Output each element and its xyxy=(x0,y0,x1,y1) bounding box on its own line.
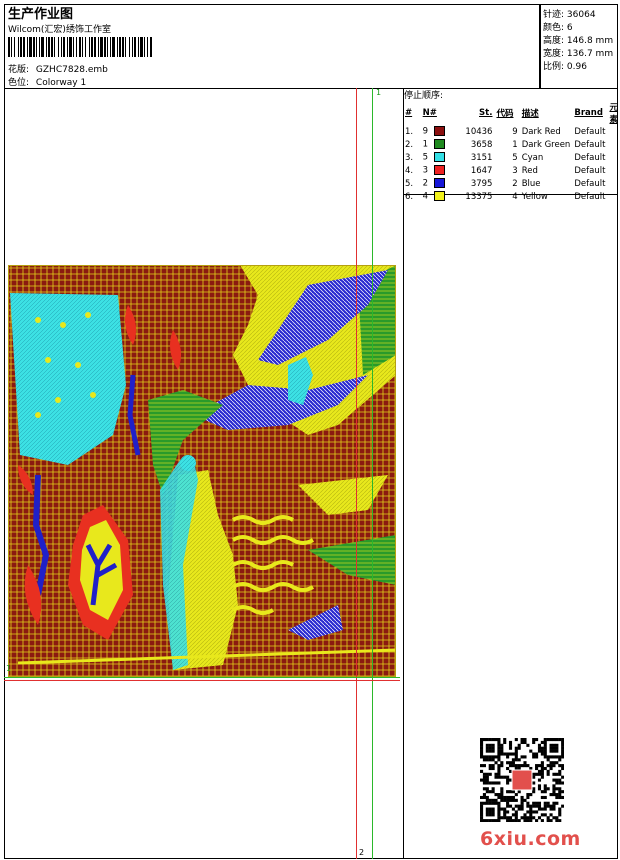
col-brand: Brand xyxy=(574,108,603,118)
row-stitches: 3658 xyxy=(470,139,493,150)
row-code: 9 xyxy=(512,126,518,137)
stop-row: 2. 1 3658 1 Dark Green Default xyxy=(403,138,620,151)
stat-scale: 比例: 0.96 xyxy=(543,62,587,72)
stop-table-header: # N# St. 代码 描述 Brand 元素 xyxy=(403,101,620,125)
row-index: 5. xyxy=(405,178,414,189)
row-code: 2 xyxy=(512,178,518,189)
row-code: 5 xyxy=(512,152,518,163)
row-code: 3 xyxy=(512,165,518,176)
row-needle: 1 xyxy=(421,138,464,151)
row-element xyxy=(607,138,620,151)
row-brand: Default xyxy=(574,178,606,189)
needle-number: 4 xyxy=(422,191,429,202)
row-stitches: 3151 xyxy=(470,152,493,163)
row-needle: 4 xyxy=(421,190,464,203)
colorway-label: 色位: xyxy=(8,78,30,88)
row-index: 6. xyxy=(405,191,414,202)
row-element xyxy=(607,190,620,203)
page-title: 生产作业图 xyxy=(8,7,74,22)
company-name: Wilcom(汇宏)绣饰工作室 xyxy=(8,25,111,35)
col-description: 描述 xyxy=(521,109,539,119)
green-guide-label-top: 1 xyxy=(376,88,382,97)
row-stitches: 1647 xyxy=(470,165,493,176)
stat-stitches: 针迹: 36064 xyxy=(543,10,596,20)
row-stitches: 13375 xyxy=(465,191,493,202)
row-index: 2. xyxy=(405,139,414,150)
row-index: 3. xyxy=(405,152,414,163)
stat-height: 高度: 146.8 mm xyxy=(543,36,614,46)
row-code: 4 xyxy=(512,191,518,202)
row-brand: Default xyxy=(574,165,606,176)
cyan-head xyxy=(180,455,196,471)
needle-number: 9 xyxy=(422,126,429,137)
row-index: 4. xyxy=(405,165,414,176)
design-file-row: 花版: GZHC7828.emb xyxy=(8,62,108,75)
stop-row: 1. 9 10436 9 Dark Red Default xyxy=(403,125,620,138)
row-needle: 2 xyxy=(421,177,464,190)
stop-row: 3. 5 3151 5 Cyan Default xyxy=(403,151,620,164)
stop-sequence-table: # N# St. 代码 描述 Brand 元素 1. 9 10436 9 Dark Re… xyxy=(403,101,620,203)
col-code: 代码 xyxy=(496,109,514,119)
row-element xyxy=(607,177,620,190)
needle-number: 2 xyxy=(422,178,429,189)
color-swatch xyxy=(434,139,446,150)
stat-colors: 颜色: 6 xyxy=(543,23,573,33)
row-description: Red xyxy=(521,165,538,176)
col-stitches: St. xyxy=(479,108,493,118)
row-needle: 5 xyxy=(421,151,464,164)
qr-code xyxy=(480,738,564,822)
col-needle: N# xyxy=(422,108,437,118)
row-stitches: 10436 xyxy=(465,126,493,137)
design-file-value: GZHC7828.emb xyxy=(35,65,108,75)
stop-row: 6. 4 13375 4 Yellow Default xyxy=(403,190,620,203)
row-code: 1 xyxy=(512,139,518,150)
row-needle: 3 xyxy=(421,164,464,177)
color-swatch xyxy=(434,178,446,189)
red-guide-vertical xyxy=(356,88,357,859)
embroidery-artwork xyxy=(8,265,396,677)
row-brand: Default xyxy=(574,152,606,163)
needle-number: 1 xyxy=(422,139,429,150)
row-description: Blue xyxy=(521,178,541,189)
design-label: 花版: xyxy=(8,65,30,75)
barcode xyxy=(8,37,152,57)
col-index: # xyxy=(405,108,413,118)
row-element xyxy=(607,151,620,164)
stat-width: 宽度: 136.7 mm xyxy=(543,49,614,59)
row-description: Yellow xyxy=(521,191,548,202)
right-panel-divider xyxy=(403,195,404,859)
red-guide-label-bottom: 2 xyxy=(359,848,365,857)
color-swatch xyxy=(434,191,446,202)
red-guide-horizontal xyxy=(4,680,400,681)
row-stitches: 3795 xyxy=(470,178,493,189)
row-element xyxy=(607,164,620,177)
stop-row: 4. 3 1647 3 Red Default xyxy=(403,164,620,177)
color-swatch xyxy=(434,152,446,163)
green-guide-label-left: 1 xyxy=(6,664,12,673)
row-description: Cyan xyxy=(521,152,544,163)
col-element: 元素 xyxy=(609,103,618,125)
needle-number: 3 xyxy=(422,165,429,176)
green-guide-horizontal xyxy=(4,677,400,678)
color-swatch xyxy=(434,165,446,176)
row-description: Dark Green xyxy=(521,139,571,150)
row-element xyxy=(607,125,620,138)
row-needle: 9 xyxy=(421,125,464,138)
stop-row: 5. 2 3795 2 Blue Default xyxy=(403,177,620,190)
row-brand: Default xyxy=(574,139,606,150)
production-sheet: 生产作业图 Wilcom(汇宏)绣饰工作室 花版: GZHC7828.emb 色… xyxy=(0,0,620,860)
row-description: Dark Red xyxy=(521,126,561,137)
color-swatch xyxy=(434,126,446,137)
green-guide-vertical xyxy=(372,88,373,859)
row-index: 1. xyxy=(405,126,414,137)
needle-number: 5 xyxy=(422,152,429,163)
row-brand: Default xyxy=(574,126,606,137)
colorway-value: Colorway 1 xyxy=(35,78,87,88)
row-brand: Default xyxy=(574,191,606,202)
colorway-row: 色位: Colorway 1 xyxy=(8,75,86,88)
stop-sequence-title: 停止顺序: xyxy=(404,91,444,101)
watermark-text: 6xiu.com xyxy=(480,828,581,850)
